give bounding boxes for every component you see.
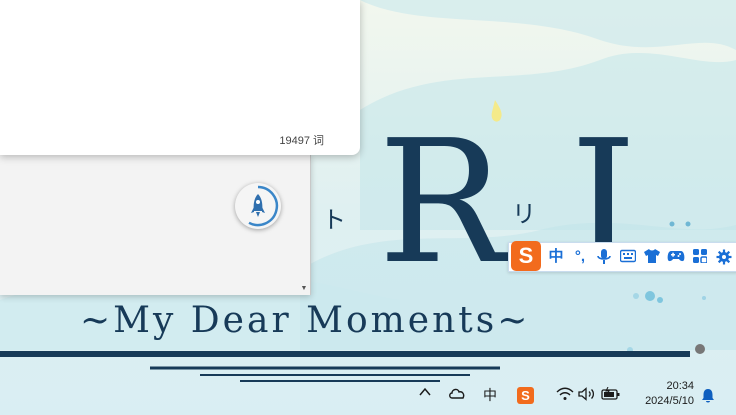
- background-window: ▼: [0, 155, 311, 295]
- rocket-icon: [248, 185, 279, 227]
- word-count-status: 19497 词: [279, 135, 324, 147]
- sogou-tray-icon[interactable]: S: [517, 387, 534, 404]
- toolbox-icon[interactable]: [689, 246, 711, 268]
- onedrive-cloud-icon[interactable]: [446, 385, 468, 405]
- notification-bell-icon[interactable]: [700, 388, 716, 404]
- microphone-icon[interactable]: [593, 246, 615, 268]
- rocket-boost-button[interactable]: [235, 183, 281, 229]
- volume-icon[interactable]: [576, 385, 598, 405]
- wallpaper-subtitle: ~My Dear Moments~: [80, 300, 531, 341]
- ime-toolbar[interactable]: S 中 °,: [508, 241, 736, 272]
- battery-icon[interactable]: [600, 385, 622, 405]
- ime-mode-indicator[interactable]: 中: [479, 385, 501, 405]
- ime-chinese-mode-toggle[interactable]: 中: [545, 246, 567, 268]
- clock-date: 2024/5/10: [645, 395, 694, 407]
- chevron-up-icon[interactable]: [414, 385, 436, 405]
- scroll-down-arrow-icon[interactable]: ▼: [300, 285, 308, 293]
- skin-shirt-icon[interactable]: [641, 246, 663, 268]
- wifi-icon[interactable]: [554, 385, 576, 405]
- vertical-scrollbar[interactable]: ▼: [298, 155, 310, 295]
- document-editor-window[interactable]: 19497 词: [0, 0, 360, 155]
- taskbar: 中 S 20:34 2024/5/10: [0, 375, 736, 415]
- sogou-logo-icon[interactable]: S: [511, 241, 541, 271]
- settings-gear-icon[interactable]: [713, 246, 735, 268]
- system-clock[interactable]: 20:34 2024/5/10: [632, 379, 694, 409]
- wallpaper-kana-left: ト: [322, 206, 346, 234]
- keyboard-icon[interactable]: [617, 246, 639, 268]
- wallpaper-title-r: R: [378, 104, 506, 302]
- wallpaper-kana-right: リ: [512, 200, 536, 228]
- clock-time: 20:34: [666, 380, 694, 392]
- ime-punctuation-toggle[interactable]: °,: [569, 246, 591, 268]
- gamepad-icon[interactable]: [665, 246, 687, 268]
